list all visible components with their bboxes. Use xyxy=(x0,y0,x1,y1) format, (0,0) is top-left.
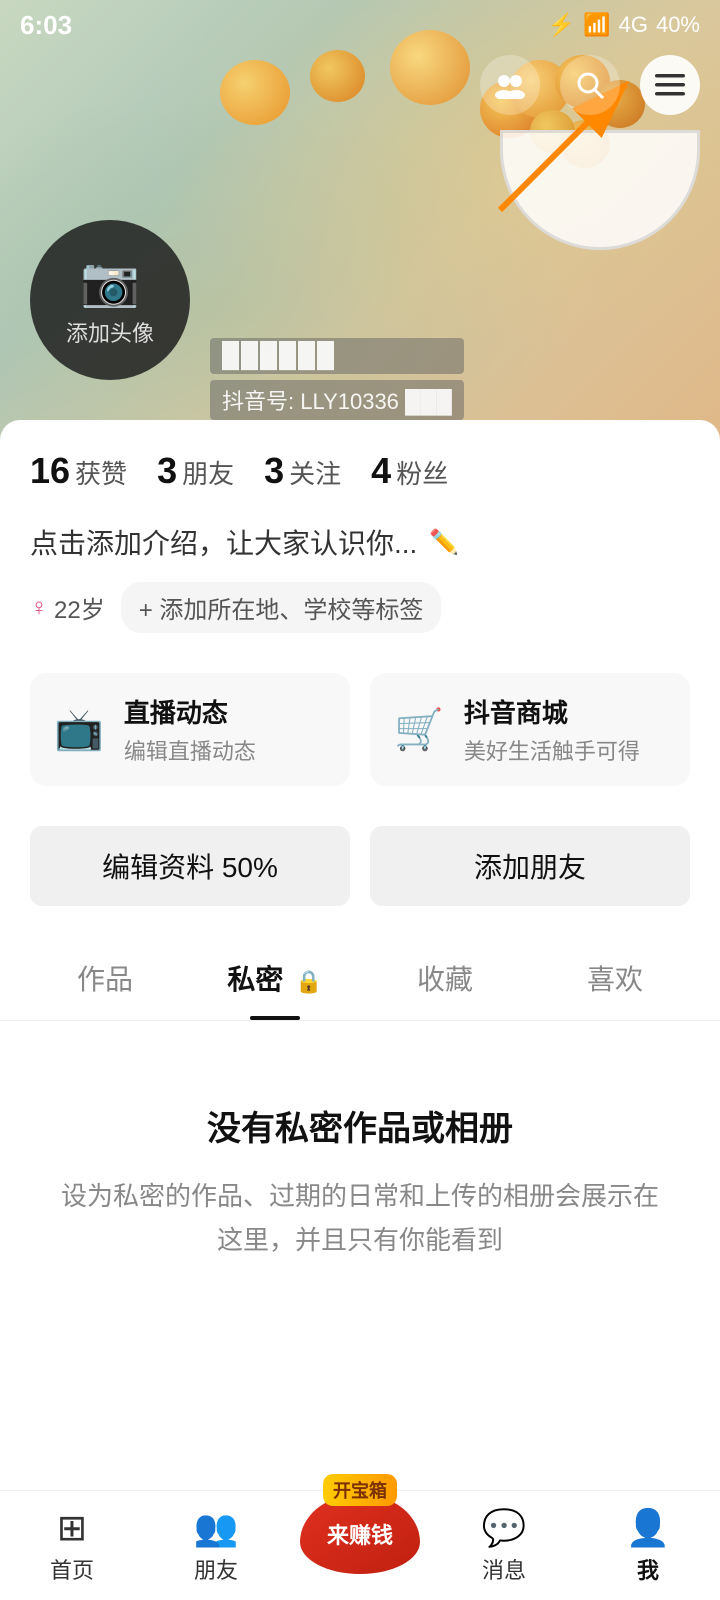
tab-private[interactable]: 私密 🔒 xyxy=(190,936,360,1020)
search-icon-btn[interactable] xyxy=(560,55,620,115)
live-subtitle: 编辑直播动态 xyxy=(124,734,256,766)
nav-profile-label: 我 xyxy=(637,1553,659,1585)
friends-count: 3 xyxy=(157,450,177,492)
stat-likes[interactable]: 16 获赞 xyxy=(30,450,127,492)
tab-favorites[interactable]: 收藏 xyxy=(360,936,530,1020)
edit-profile-label: 编辑资料 50% xyxy=(102,846,278,886)
camera-icon: 📷 xyxy=(80,253,140,310)
lock-icon: 🔒 xyxy=(295,969,322,994)
fruit-decoration-1 xyxy=(220,60,290,125)
shop-title: 抖音商城 xyxy=(464,693,640,730)
bottom-navigation: ⊞ 首页 👥 朋友 来赚钱 💬 消息 👤 我 xyxy=(0,1490,720,1600)
empty-title: 没有私密作品或相册 xyxy=(60,1101,660,1150)
gender-age-tag: ♀ 22岁 xyxy=(30,590,105,625)
stats-row: 16 获赞 3 朋友 3 关注 4 粉丝 xyxy=(0,420,720,512)
nav-home[interactable]: ⊞ 首页 xyxy=(0,1507,144,1585)
fruit-decoration-2 xyxy=(310,50,365,102)
add-tag-label: + 添加所在地、学校等标签 xyxy=(139,590,424,625)
wifi-icon: 📶 xyxy=(583,12,610,38)
stat-following[interactable]: 3 关注 xyxy=(264,450,341,492)
live-card-text: 直播动态 编辑直播动态 xyxy=(124,693,256,766)
likes-label: 获赞 xyxy=(75,454,127,491)
add-friend-button[interactable]: 添加朋友 xyxy=(370,826,690,906)
shop-icon: 🛒 xyxy=(394,706,444,753)
shop-card-text: 抖音商城 美好生活触手可得 xyxy=(464,693,640,766)
age-text: 22岁 xyxy=(54,590,105,625)
status-icons: ⚡ 📶 4G 40% xyxy=(548,12,700,38)
profile-icon: 👤 xyxy=(626,1507,671,1549)
signal-icon: 4G xyxy=(619,12,648,38)
nav-profile[interactable]: 👤 我 xyxy=(576,1507,720,1585)
nav-friends[interactable]: 👥 朋友 xyxy=(144,1507,288,1585)
friends-icon-btn[interactable] xyxy=(480,55,540,115)
tab-favorites-label: 收藏 xyxy=(417,964,473,995)
tab-private-label: 私密 xyxy=(227,964,283,995)
banner-username: ██████ xyxy=(210,338,464,374)
nav-home-label: 首页 xyxy=(50,1553,94,1585)
tab-likes-label: 喜欢 xyxy=(587,964,643,995)
header-actions xyxy=(480,55,700,115)
following-label: 关注 xyxy=(289,454,341,491)
following-count: 3 xyxy=(264,450,284,492)
followers-label: 粉丝 xyxy=(396,454,448,491)
bluetooth-icon: ⚡ xyxy=(548,12,575,38)
status-bar: 6:03 ⚡ 📶 4G 40% xyxy=(0,0,720,50)
followers-count: 4 xyxy=(371,450,391,492)
edit-bio-icon[interactable]: ✏️ xyxy=(429,528,459,557)
tabs-row: 作品 私密 🔒 收藏 喜欢 xyxy=(0,936,720,1021)
stat-followers[interactable]: 4 粉丝 xyxy=(371,450,448,492)
home-icon: ⊞ xyxy=(57,1507,87,1549)
profile-avatar-container[interactable]: 📷 添加头像 xyxy=(30,220,190,380)
battery-indicator: 40% xyxy=(656,12,700,38)
earn-money-badge: 来赚钱 xyxy=(300,1494,420,1574)
live-title: 直播动态 xyxy=(124,693,256,730)
tab-works-label: 作品 xyxy=(77,964,133,995)
banner-userinfo: ██████ 抖音号: LLY10336 ███ xyxy=(210,338,464,420)
menu-icon-btn[interactable] xyxy=(640,55,700,115)
live-icon: 📺 xyxy=(54,706,104,753)
feature-card-live[interactable]: 📺 直播动态 编辑直播动态 xyxy=(30,673,350,786)
feature-card-shop[interactable]: 🛒 抖音商城 美好生活触手可得 xyxy=(370,673,690,786)
nav-messages-label: 消息 xyxy=(482,1553,526,1585)
profile-avatar[interactable]: 📷 添加头像 xyxy=(30,220,190,380)
earn-money-text: 来赚钱 xyxy=(327,1518,393,1550)
friends-nav-icon: 👥 xyxy=(194,1507,239,1549)
main-content: 16 获赞 3 朋友 3 关注 4 粉丝 点击添加介绍，让大家认识你... ✏️… xyxy=(0,420,720,1520)
nav-earn-money[interactable]: 来赚钱 xyxy=(288,1514,432,1578)
friends-label: 朋友 xyxy=(182,454,234,491)
gender-icon: ♀ xyxy=(30,594,48,622)
avatar-label: 添加头像 xyxy=(66,316,154,348)
stat-friends[interactable]: 3 朋友 xyxy=(157,450,234,492)
banner-user-id: 抖音号: LLY10336 ███ xyxy=(210,380,464,420)
add-friend-label: 添加朋友 xyxy=(474,846,586,886)
shop-subtitle: 美好生活触手可得 xyxy=(464,734,640,766)
action-buttons: 编辑资料 50% 添加朋友 xyxy=(0,806,720,926)
add-tag-button[interactable]: + 添加所在地、学校等标签 xyxy=(121,582,442,633)
tab-likes[interactable]: 喜欢 xyxy=(530,936,700,1020)
tags-row: ♀ 22岁 + 添加所在地、学校等标签 xyxy=(0,572,720,653)
empty-description: 设为私密的作品、过期的日常和上传的相册会展示在这里，并且只有你能看到 xyxy=(60,1174,660,1262)
nav-messages[interactable]: 💬 消息 xyxy=(432,1507,576,1585)
edit-profile-button[interactable]: 编辑资料 50% xyxy=(30,826,350,906)
messages-icon: 💬 xyxy=(482,1507,527,1549)
bio-row[interactable]: 点击添加介绍，让大家认识你... ✏️ xyxy=(0,512,720,572)
feature-cards: 📺 直播动态 编辑直播动态 🛒 抖音商城 美好生活触手可得 xyxy=(0,653,720,806)
status-time: 6:03 xyxy=(20,10,72,41)
tab-works[interactable]: 作品 xyxy=(20,936,190,1020)
likes-count: 16 xyxy=(30,450,70,492)
bio-text: 点击添加介绍，让大家认识你... xyxy=(30,522,417,562)
nav-friends-label: 朋友 xyxy=(194,1553,238,1585)
empty-state: 没有私密作品或相册 设为私密的作品、过期的日常和上传的相册会展示在这里，并且只有… xyxy=(0,1021,720,1322)
header-banner: 6:03 ⚡ 📶 4G 40% xyxy=(0,0,720,440)
